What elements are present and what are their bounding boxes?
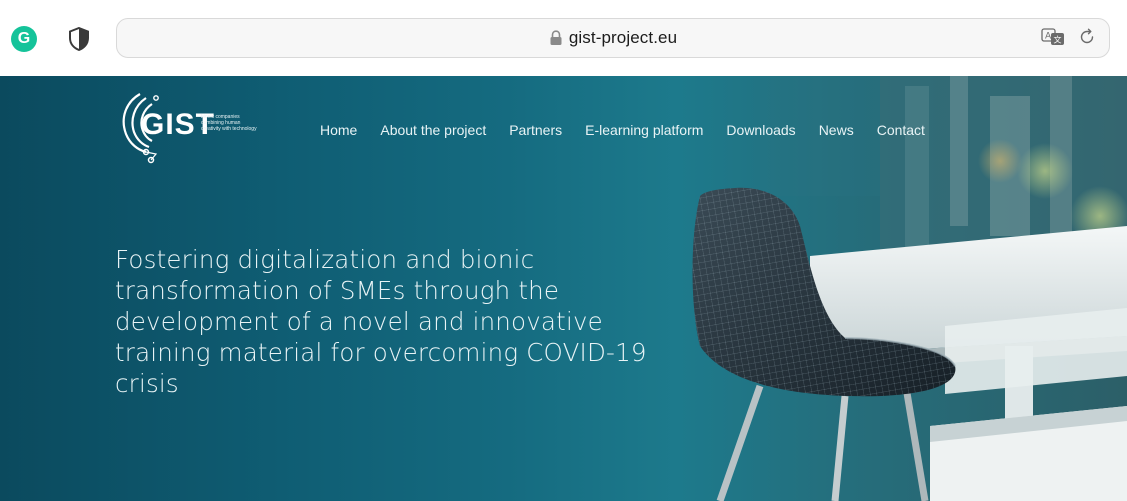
grammarly-letter: G (17, 30, 31, 47)
hero-section: GIST bionic companies combining human cr… (0, 76, 1127, 501)
nav-about-the-project[interactable]: About the project (380, 122, 486, 138)
nav-e-learning-platform[interactable]: E-learning platform (585, 122, 703, 138)
nav-home[interactable]: Home (320, 122, 357, 138)
translate-icon[interactable]: A 文 (1041, 27, 1065, 47)
url-text: gist-project.eu (568, 28, 678, 47)
nav-partners[interactable]: Partners (509, 122, 562, 138)
nav-news[interactable]: News (819, 122, 854, 138)
nav-contact[interactable]: Contact (877, 122, 925, 138)
grammarly-icon[interactable]: G (11, 26, 37, 52)
reload-icon[interactable] (1077, 27, 1097, 47)
logo-tagline: bionic companies combining human creativ… (201, 114, 281, 132)
address-bar[interactable]: gist-project.eu A 文 (116, 18, 1110, 58)
nav-downloads[interactable]: Downloads (726, 122, 795, 138)
main-nav: Home About the project Partners E-learni… (320, 122, 925, 138)
shield-icon[interactable] (68, 27, 90, 51)
lock-icon (550, 30, 562, 45)
url-display[interactable]: gist-project.eu (117, 19, 1109, 57)
svg-text:文: 文 (1054, 35, 1062, 45)
hero-headline: Fostering digitalization and bionic tran… (115, 245, 647, 398)
svg-text:A: A (1045, 32, 1052, 42)
logo-tagline-line: creativity with technology (201, 126, 257, 132)
browser-toolbar: G gist-project.eu A 文 (0, 0, 1127, 72)
